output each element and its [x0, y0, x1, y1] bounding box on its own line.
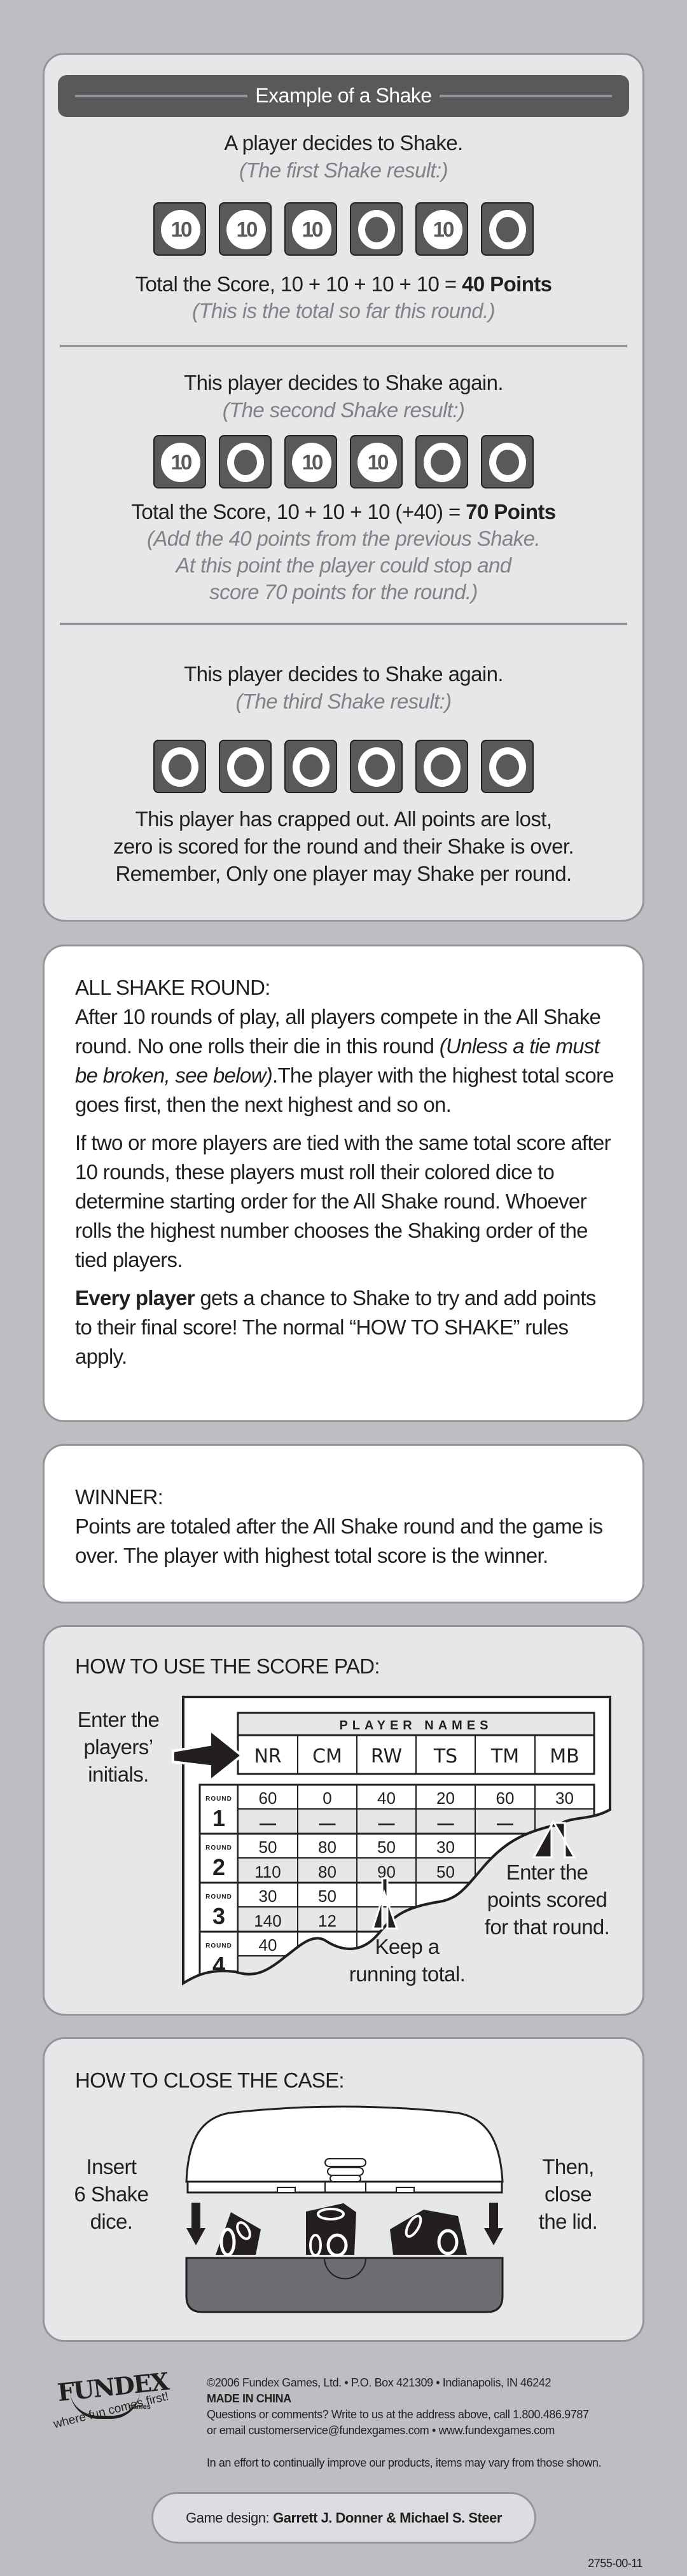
footer-email[interactable]: or email customerservice@fundexgames.com… [207, 2424, 555, 2437]
down-arrow-icon [484, 2203, 503, 2245]
case-left-2: 6 Shake [74, 2182, 149, 2206]
game-design-credit: Game design: Garrett J. Donner & Michael… [151, 2492, 536, 2544]
down-arrow-icon [186, 2203, 205, 2245]
case-left-1: Insert [86, 2155, 137, 2178]
case-dice [216, 2203, 467, 2257]
designers: Garrett J. Donner & Michael S. Steer [273, 2509, 502, 2526]
case-lid-rim [186, 2180, 503, 2194]
footer-copyright: ©2006 Fundex Games, Ltd. • P.O. Box 4213… [207, 2376, 552, 2389]
lid-vent [330, 2175, 361, 2182]
case-right-1: Then, [542, 2155, 594, 2178]
product-code: 2755-00-11 [588, 2557, 642, 2570]
design-label: Game design: [186, 2509, 270, 2526]
case-right-3: the lid. [538, 2210, 598, 2233]
lid-vent [327, 2167, 364, 2176]
footer-disclaimer: In an effort to continually improve our … [207, 2456, 602, 2469]
footer-made-in: MADE IN CHINA [207, 2392, 291, 2405]
footer-questions: Questions or comments? Write to us at th… [207, 2408, 589, 2421]
case-left-3: dice. [90, 2210, 133, 2233]
case-right-2: close [544, 2182, 592, 2206]
fundex-logo: FUNDEX games where fun comes first! [52, 2367, 170, 2449]
lid-vent [324, 2158, 366, 2167]
case-base [185, 2257, 504, 2313]
